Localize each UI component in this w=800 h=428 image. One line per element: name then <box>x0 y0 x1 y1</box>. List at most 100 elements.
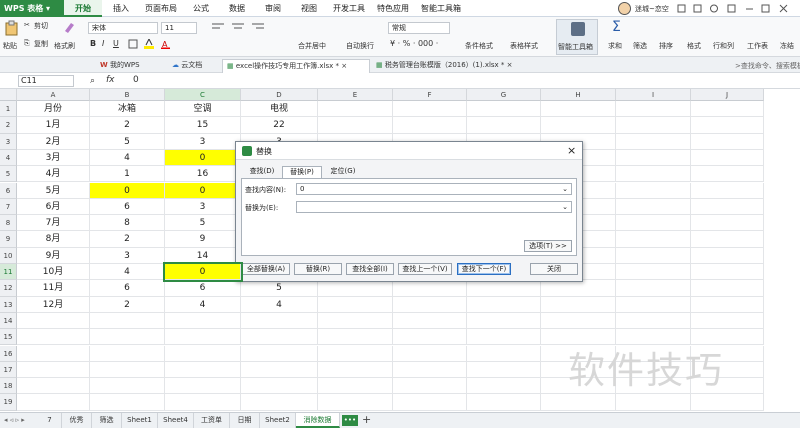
table-cell[interactable] <box>318 101 393 118</box>
sum-button[interactable]: 求和 <box>608 41 622 51</box>
row-header[interactable]: 10 <box>0 247 17 264</box>
currency-percent-icons[interactable]: ¥ · % · 000 · <box>390 39 438 48</box>
row-header[interactable]: 6 <box>0 182 17 199</box>
table-cell[interactable]: 22 <box>241 117 318 134</box>
options-button[interactable]: 选项(T) >> <box>524 240 572 252</box>
table-cell[interactable]: 6月 <box>17 198 90 216</box>
table-cell[interactable] <box>691 394 764 411</box>
font-size-select[interactable]: 11 <box>161 22 197 34</box>
replace-all-button[interactable]: 全部替换(A) <box>242 263 290 275</box>
table-cell[interactable] <box>241 312 318 330</box>
sheet-tab[interactable]: 消除数据 <box>296 413 340 428</box>
table-cell[interactable] <box>616 247 691 264</box>
tab-home[interactable]: 开始 <box>64 0 102 17</box>
table-cell[interactable] <box>467 280 541 297</box>
table-cell[interactable] <box>616 215 691 232</box>
table-cell[interactable] <box>691 166 764 183</box>
row-header[interactable]: 12 <box>0 280 17 297</box>
close-button[interactable]: 关闭 <box>530 263 578 275</box>
find-next-button[interactable]: 查找下一个(F) <box>457 263 511 275</box>
table-cell[interactable]: 14 <box>165 247 241 264</box>
freeze-button[interactable]: 冻结 <box>780 41 794 51</box>
close-icon[interactable]: × <box>341 62 347 70</box>
tab-insert[interactable]: 插入 <box>104 0 138 17</box>
table-cell[interactable]: 5 <box>165 215 241 232</box>
table-cell[interactable] <box>616 280 691 297</box>
brush-icon[interactable] <box>62 20 76 34</box>
table-cell[interactable] <box>691 198 764 216</box>
replace-input[interactable]: ⌄ <box>296 201 572 213</box>
close-icon[interactable]: × <box>507 61 513 69</box>
table-cell[interactable] <box>17 345 90 362</box>
table-cell[interactable] <box>691 264 764 281</box>
tab-data[interactable]: 数据 <box>220 0 254 17</box>
table-cell[interactable] <box>616 182 691 199</box>
table-cell[interactable] <box>241 378 318 395</box>
row-header[interactable]: 1 <box>0 101 17 118</box>
table-cell[interactable] <box>318 280 393 297</box>
active-cell[interactable]: 0 <box>163 261 243 283</box>
row-header[interactable]: 19 <box>0 394 17 411</box>
row-header[interactable]: 3 <box>0 133 17 150</box>
table-cell[interactable] <box>691 149 764 167</box>
column-header-B[interactable]: B <box>90 89 165 101</box>
table-cell[interactable] <box>318 361 393 379</box>
row-header[interactable]: 8 <box>0 215 17 232</box>
row-header[interactable]: 14 <box>0 312 17 330</box>
column-header-G[interactable]: G <box>467 89 541 101</box>
table-cell[interactable] <box>541 280 616 297</box>
table-cell[interactable] <box>616 312 691 330</box>
table-cell[interactable] <box>90 394 165 411</box>
table-cell[interactable] <box>467 101 541 118</box>
font-name-select[interactable]: 宋体 <box>88 22 158 34</box>
doc-tab-excel-tips[interactable]: ▦ excel操作技巧专用工作簿.xlsx * × <box>222 59 370 73</box>
column-header-J[interactable]: J <box>691 89 764 101</box>
table-cell[interactable] <box>90 312 165 330</box>
sheet-tab[interactable]: Sheet1 <box>122 413 158 428</box>
table-cell[interactable]: 2 <box>90 117 165 134</box>
sheet-tab[interactable]: 7 <box>38 413 62 428</box>
column-header-H[interactable]: H <box>541 89 616 101</box>
column-header-C[interactable]: C <box>165 89 241 101</box>
table-cell[interactable] <box>616 149 691 167</box>
table-cell[interactable] <box>616 264 691 281</box>
table-cell[interactable] <box>165 345 241 362</box>
row-header[interactable]: 17 <box>0 361 17 379</box>
table-cell[interactable] <box>318 117 393 134</box>
table-cell[interactable] <box>691 215 764 232</box>
dialog-close-icon[interactable]: × <box>567 144 576 157</box>
name-box[interactable]: C11 <box>18 75 74 87</box>
table-cell[interactable] <box>541 394 616 411</box>
table-cell[interactable] <box>17 312 90 330</box>
merge-center-button[interactable]: 合并居中 <box>298 41 326 51</box>
table-cell[interactable] <box>318 296 393 313</box>
sort-button[interactable]: 排序 <box>659 41 673 51</box>
table-cell[interactable] <box>165 394 241 411</box>
italic-button[interactable]: I <box>102 39 104 48</box>
conditional-format-button[interactable]: 条件格式 <box>465 41 493 51</box>
table-cell[interactable] <box>17 329 90 346</box>
app-menu-button[interactable]: WPS 表格 ▾ <box>0 0 64 17</box>
table-cell[interactable]: 16 <box>165 166 241 183</box>
table-cell[interactable]: 3月 <box>17 149 90 167</box>
doc-tab-cloud[interactable]: ☁ 云文档 <box>168 59 206 73</box>
table-cell[interactable]: 1月 <box>17 117 90 134</box>
column-header-D[interactable]: D <box>241 89 318 101</box>
table-cell[interactable]: 5 <box>241 280 318 297</box>
table-cell[interactable] <box>467 394 541 411</box>
table-cell[interactable]: 0 <box>165 149 241 167</box>
row-header[interactable]: 16 <box>0 345 17 362</box>
table-cell[interactable]: 8 <box>90 215 165 232</box>
row-header[interactable]: 9 <box>0 231 17 248</box>
table-cell[interactable]: 2 <box>90 231 165 248</box>
row-col-button[interactable]: 行和列 <box>713 41 734 51</box>
table-cell[interactable] <box>393 345 467 362</box>
table-style-button[interactable]: 表格样式 <box>510 41 538 51</box>
tab-view[interactable]: 视图 <box>292 0 326 17</box>
table-cell[interactable] <box>165 378 241 395</box>
table-cell[interactable]: 电视 <box>241 101 318 118</box>
table-cell[interactable] <box>467 329 541 346</box>
table-cell[interactable]: 4 <box>165 296 241 313</box>
table-cell[interactable]: 11月 <box>17 280 90 297</box>
table-cell[interactable]: 4 <box>241 296 318 313</box>
